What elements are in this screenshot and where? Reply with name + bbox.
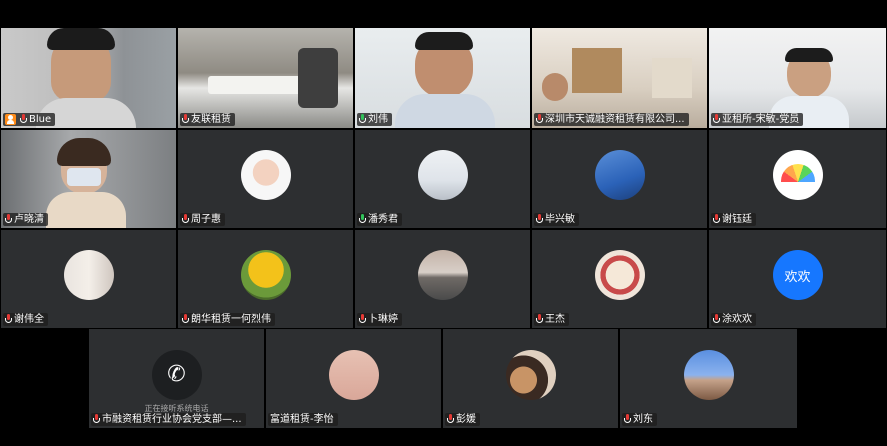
participant-label: 市融资租赁行业协会党支部—... [91, 413, 246, 426]
participant-label: 卢晓清 [3, 213, 48, 226]
participant-name: Blue [29, 114, 52, 125]
mic-active-icon [359, 214, 366, 225]
participant-label: 富道租赁-李怡 [268, 413, 338, 426]
avatar [772, 150, 823, 200]
participant-tile-tuhuanhuan[interactable]: 欢欢 涂欢欢 [709, 230, 886, 328]
participant-tile-liuwei[interactable]: 刘伟 [355, 28, 530, 128]
participant-label: 涂欢欢 [711, 313, 756, 326]
participant-tile-pengyuan[interactable]: 彭媛 [443, 329, 618, 428]
mic-muted-icon [713, 114, 720, 125]
mic-muted-icon [713, 314, 720, 325]
mic-muted-icon [5, 314, 12, 325]
participant-label: 谢伟全 [3, 313, 48, 326]
participant-tile-xieweiquan[interactable]: 谢伟全 [1, 230, 176, 328]
avatar [417, 150, 468, 200]
avatar-initials: 欢欢 [772, 250, 823, 300]
participant-tile-yazusuo[interactable]: 亚租所-宋敏-党员 [709, 28, 886, 128]
participant-name: 深圳市天诚融资租赁有限公司... [545, 114, 685, 125]
participant-label: 潘秀君 [357, 213, 402, 226]
avatar [594, 250, 645, 300]
mic-active-icon [359, 114, 366, 125]
participant-tile-luxiaoqing[interactable]: 卢晓清 [1, 130, 176, 228]
participant-tile-zhouzihui[interactable]: 周子惠 [178, 130, 353, 228]
participant-name: 谢钰廷 [722, 214, 752, 225]
participant-tile-langhua[interactable]: 朗华租赁一何烈伟 [178, 230, 353, 328]
participant-label: 刘东 [622, 413, 657, 426]
participant-tile-panxiujun[interactable]: 潘秀君 [355, 130, 530, 228]
avatar: ✆ [151, 349, 202, 400]
participant-name: 潘秀君 [368, 214, 398, 225]
participant-label: 亚租所-宋敏-党员 [711, 113, 804, 126]
mic-muted-icon [713, 214, 720, 225]
mic-muted-icon [182, 314, 189, 325]
participant-name: 周子惠 [191, 214, 221, 225]
avatar [417, 250, 468, 300]
participant-name: 谢伟全 [14, 314, 44, 325]
participant-label: 王杰 [534, 313, 569, 326]
mic-muted-icon [93, 414, 100, 425]
participant-tile-youlian[interactable]: 友联租赁 [178, 28, 353, 128]
user-icon [5, 114, 16, 125]
participant-tile-liudong[interactable]: 刘东 [620, 329, 797, 428]
avatar [594, 150, 645, 200]
avatar [505, 349, 556, 400]
mic-muted-icon [182, 114, 189, 125]
avatar [328, 349, 379, 400]
avatar [683, 349, 734, 400]
avatar [63, 250, 114, 300]
mic-muted-icon [536, 214, 543, 225]
participant-name: 朗华租赁一何烈伟 [191, 314, 271, 325]
participant-label: 朗华租赁一何烈伟 [180, 313, 275, 326]
participant-tile-wangjie[interactable]: 王杰 [532, 230, 707, 328]
mic-muted-icon [536, 314, 543, 325]
participant-label: 深圳市天诚融资租赁有限公司... [534, 113, 689, 126]
participant-tile-association[interactable]: ✆ 正在接听系统电话 市融资租赁行业协会党支部—... [89, 329, 264, 428]
mic-muted-icon [536, 114, 543, 125]
participant-name: 亚租所-宋敏-党员 [722, 114, 800, 125]
participant-label: 毕兴敏 [534, 213, 579, 226]
participant-name: 刘东 [633, 414, 653, 425]
participant-name: 刘伟 [368, 114, 388, 125]
participant-name: 友联租赁 [191, 114, 231, 125]
participant-name: 王杰 [545, 314, 565, 325]
participant-tile-fudao[interactable]: 富道租赁-李怡 [266, 329, 441, 428]
participant-label: 彭媛 [445, 413, 480, 426]
mic-muted-icon [182, 214, 189, 225]
mic-muted-icon [20, 114, 27, 125]
mic-muted-icon [5, 214, 12, 225]
participant-name: 彭媛 [456, 414, 476, 425]
avatar [240, 250, 291, 300]
participant-tile-xieyuting[interactable]: 谢钰廷 [709, 130, 886, 228]
participant-label: 周子惠 [180, 213, 225, 226]
participant-tile-bixingmin[interactable]: 毕兴敏 [532, 130, 707, 228]
mic-muted-icon [447, 414, 454, 425]
participant-tile-bulinting[interactable]: 卜琳婷 [355, 230, 530, 328]
participant-label: 谢钰廷 [711, 213, 756, 226]
participant-label: 友联租赁 [180, 113, 235, 126]
participant-tile-blue[interactable]: Blue [1, 28, 176, 128]
participant-name: 涂欢欢 [722, 314, 752, 325]
participant-label: 卜琳婷 [357, 313, 402, 326]
mic-muted-icon [624, 414, 631, 425]
mic-muted-icon [359, 314, 366, 325]
participant-tile-tiancheng[interactable]: 深圳市天诚融资租赁有限公司... [532, 28, 707, 128]
participant-name: 毕兴敏 [545, 214, 575, 225]
participant-label: Blue [3, 113, 56, 126]
participant-name: 市融资租赁行业协会党支部—... [102, 414, 242, 425]
avatar [240, 150, 291, 200]
phone-icon: ✆ [167, 362, 186, 387]
participant-label: 刘伟 [357, 113, 392, 126]
participant-name: 卜琳婷 [368, 314, 398, 325]
participant-name: 富道租赁-李怡 [270, 414, 334, 425]
participant-name: 卢晓清 [14, 214, 44, 225]
